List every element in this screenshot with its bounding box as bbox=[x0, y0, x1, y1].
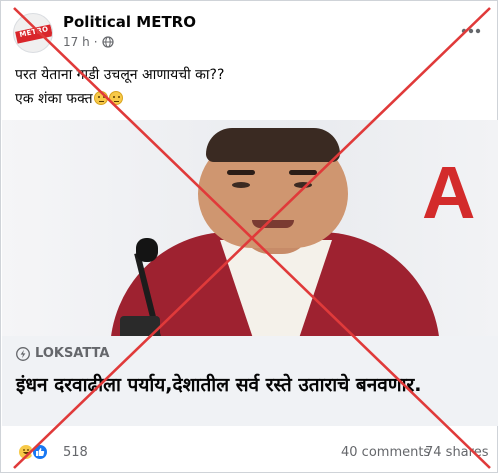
facebook-post-card: METRO Political METRO 17 h · परत येताना … bbox=[0, 0, 498, 473]
link-source: LOKSATTA bbox=[16, 346, 109, 361]
microphone-icon bbox=[136, 238, 158, 262]
post-message-line-2: एक शंका फक्त bbox=[15, 87, 485, 111]
post-footer: 518 40 comments 74 shares bbox=[13, 441, 489, 465]
post-message-line-2-text: एक शंका फक्त bbox=[15, 91, 93, 107]
person-right-eye bbox=[294, 182, 312, 188]
reaction-icons[interactable] bbox=[17, 443, 49, 461]
post-message-line-1: परत येताना गाडी उचलून आणायची का?? bbox=[15, 67, 225, 83]
page-name-link[interactable]: Political METRO bbox=[63, 13, 196, 31]
more-options-icon bbox=[461, 28, 481, 34]
reaction-count[interactable]: 518 bbox=[63, 445, 88, 460]
more-options-button[interactable] bbox=[459, 19, 483, 43]
post-time[interactable]: 17 h bbox=[63, 35, 90, 49]
link-source-name: LOKSATTA bbox=[35, 346, 110, 361]
page-avatar[interactable]: METRO bbox=[13, 13, 53, 53]
emoji-icon bbox=[93, 91, 108, 105]
globe-icon bbox=[101, 36, 114, 48]
link-preview-card[interactable]: LOKSATTA इंधन दरवाढीला पर्याय,देशातील सर… bbox=[2, 336, 498, 426]
banner-letter: A bbox=[422, 151, 476, 234]
bolt-icon bbox=[16, 346, 30, 361]
meta-separator: · bbox=[93, 35, 98, 49]
post-meta: 17 h · bbox=[63, 35, 114, 49]
like-reaction-icon bbox=[31, 443, 49, 461]
post-header: METRO Political METRO 17 h · bbox=[13, 11, 489, 55]
comments-count-link[interactable]: 40 comments bbox=[341, 445, 430, 460]
post-message: परत येताना गाडी उचलून आणायची का?? एक शंक… bbox=[15, 63, 485, 111]
person-left-brow bbox=[227, 170, 255, 175]
person-left-eye bbox=[232, 182, 250, 188]
microphone-base bbox=[120, 316, 160, 336]
shares-count-link[interactable]: 74 shares bbox=[425, 445, 488, 460]
person-right-brow bbox=[289, 170, 317, 175]
person-hair bbox=[206, 128, 340, 162]
link-headline[interactable]: इंधन दरवाढीला पर्याय,देशातील सर्व रस्ते … bbox=[16, 372, 492, 398]
post-photo[interactable]: A bbox=[2, 120, 498, 336]
emoji-icon bbox=[108, 91, 123, 105]
person-mouth bbox=[252, 220, 294, 228]
